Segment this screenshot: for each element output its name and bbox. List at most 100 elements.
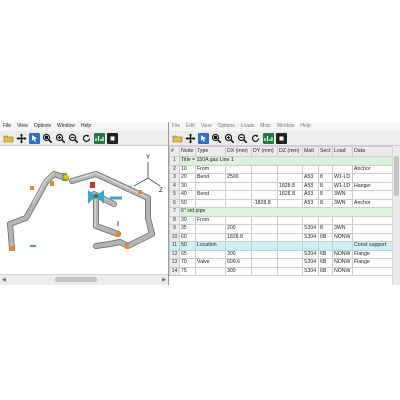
- rotate-icon[interactable]: [81, 133, 92, 144]
- table-cell[interactable]: 35: [179, 224, 196, 234]
- scroll-right-icon[interactable]: ▶: [161, 277, 167, 283]
- table-cell[interactable]: [251, 241, 278, 251]
- table-cell[interactable]: [318, 164, 333, 174]
- row-number[interactable]: 11: [169, 241, 180, 251]
- column-header[interactable]: #: [169, 146, 180, 157]
- table-cell[interactable]: [225, 198, 252, 208]
- table-cell[interactable]: Flange: [352, 249, 393, 259]
- table-cell[interactable]: [277, 198, 303, 208]
- zoom-in-icon[interactable]: [224, 133, 235, 144]
- column-header[interactable]: Type: [195, 146, 226, 157]
- table-cell[interactable]: [332, 241, 353, 251]
- table-row[interactable]: 10 60 1828.8 S304 6B NONW: [169, 232, 393, 242]
- table-cell[interactable]: Valve: [195, 258, 226, 268]
- table-cell[interactable]: [352, 190, 393, 200]
- table-cell[interactable]: [251, 164, 278, 174]
- table-cell[interactable]: [277, 266, 303, 276]
- table-cell[interactable]: 3WN: [332, 190, 353, 200]
- row-number[interactable]: 13: [169, 258, 180, 268]
- column-header[interactable]: DZ (mm): [277, 146, 303, 157]
- table-cell[interactable]: Const support: [352, 241, 393, 251]
- chart-icon[interactable]: [263, 132, 274, 144]
- table-cell[interactable]: 6B: [318, 232, 333, 242]
- select-icon[interactable]: [198, 132, 209, 144]
- table-cell[interactable]: 3WN: [332, 198, 353, 208]
- menu-file[interactable]: File: [3, 122, 11, 131]
- table-cell[interactable]: 30: [179, 215, 196, 225]
- row-number[interactable]: 1: [169, 156, 180, 166]
- table-cell[interactable]: NONW: [332, 232, 353, 242]
- select-icon[interactable]: [29, 132, 40, 144]
- zoom-fit-icon[interactable]: [211, 133, 222, 144]
- table-cell[interactable]: [302, 241, 319, 251]
- table-cell[interactable]: [277, 173, 303, 183]
- horizontal-scrollbar[interactable]: ◀ ▶: [0, 274, 168, 285]
- row-number[interactable]: 10: [169, 232, 180, 242]
- table-cell[interactable]: [332, 164, 353, 174]
- menu-view[interactable]: View: [201, 122, 212, 131]
- menu-file[interactable]: File: [172, 122, 180, 131]
- table-cell[interactable]: [277, 232, 303, 242]
- table-cell[interactable]: A53: [302, 190, 319, 200]
- table-cell[interactable]: A53: [302, 198, 319, 208]
- scrollbar-thumb[interactable]: [55, 277, 97, 282]
- table-cell[interactable]: 300: [225, 249, 252, 259]
- table-cell[interactable]: 300: [225, 266, 252, 276]
- table-cell[interactable]: [251, 190, 278, 200]
- column-header[interactable]: Load: [332, 146, 353, 157]
- table-row[interactable]: 6 50 -1828.8 A53 8 3WN Anchor: [169, 198, 393, 208]
- table-cell[interactable]: 20: [179, 173, 196, 183]
- move-icon[interactable]: [16, 133, 27, 144]
- table-cell[interactable]: -1828.8: [251, 198, 278, 208]
- table-cell[interactable]: [277, 249, 303, 259]
- table-cell[interactable]: 50: [179, 241, 196, 251]
- table-cell[interactable]: 8: [318, 224, 333, 234]
- table-cell[interactable]: 8: [318, 181, 333, 191]
- table-cell[interactable]: [195, 224, 226, 234]
- table-cell[interactable]: Flange: [352, 258, 393, 268]
- table-cell[interactable]: 3WN: [332, 224, 353, 234]
- table-cell[interactable]: [251, 258, 278, 268]
- table-cell[interactable]: W1-LD: [332, 181, 353, 191]
- scrollbar-thumb[interactable]: [394, 156, 399, 196]
- table-row[interactable]: 1 Title = 150A gas Line 1: [169, 156, 393, 166]
- table-cell[interactable]: A53: [302, 173, 319, 183]
- menu-loads[interactable]: Loads: [241, 122, 255, 131]
- table-cell[interactable]: 50: [179, 198, 196, 208]
- menu-options[interactable]: Options: [217, 122, 234, 131]
- table-cell[interactable]: NONW: [332, 266, 353, 276]
- section-title-cell[interactable]: Title = 150A gas Line 1: [179, 156, 393, 166]
- model-viewport[interactable]: Y X Z: [0, 146, 168, 275]
- table-cell[interactable]: [302, 164, 319, 174]
- table-row[interactable]: 13 70 Valve 609.6 S304 6B NONW Flange: [169, 258, 393, 268]
- table-cell[interactable]: 1828.8: [225, 232, 252, 242]
- table-cell[interactable]: 10: [179, 164, 196, 174]
- row-number[interactable]: 6: [169, 198, 180, 208]
- table-cell[interactable]: NONW: [332, 258, 353, 268]
- table-row[interactable]: 8 30 From: [169, 215, 393, 225]
- table-row[interactable]: 5 40 Bend 1828.8 A53 8 3WN: [169, 190, 393, 200]
- table-row[interactable]: 3 20 Bend 2500 A53 8 W1-LD: [169, 173, 393, 183]
- row-number[interactable]: 12: [169, 249, 180, 259]
- stop-icon[interactable]: [107, 132, 118, 144]
- table-cell[interactable]: [251, 249, 278, 259]
- menu-help[interactable]: Help: [81, 122, 91, 131]
- zoom-in-icon[interactable]: [55, 133, 66, 144]
- table-cell[interactable]: W1-LD: [332, 173, 353, 183]
- table-cell[interactable]: 75: [179, 266, 196, 276]
- table-cell[interactable]: 6B: [318, 249, 333, 259]
- table-row[interactable]: 12 65 300 S304 6B NONW Flange: [169, 249, 393, 259]
- vertical-scrollbar[interactable]: [392, 146, 400, 285]
- open-folder-icon[interactable]: [3, 133, 14, 144]
- table-cell[interactable]: 65: [179, 249, 196, 259]
- table-cell[interactable]: [195, 266, 226, 276]
- table-row[interactable]: 4 30 1828.8 A53 8 W1-LD Hanger: [169, 181, 393, 191]
- table-cell[interactable]: [352, 266, 393, 276]
- table-cell[interactable]: [251, 266, 278, 276]
- table-cell[interactable]: [352, 232, 393, 242]
- table-cell[interactable]: [195, 232, 226, 242]
- menu-edit[interactable]: Edit: [186, 122, 195, 131]
- zoom-out-icon[interactable]: [68, 133, 79, 144]
- column-header[interactable]: DY (mm): [251, 146, 278, 157]
- table-cell[interactable]: NONW: [332, 249, 353, 259]
